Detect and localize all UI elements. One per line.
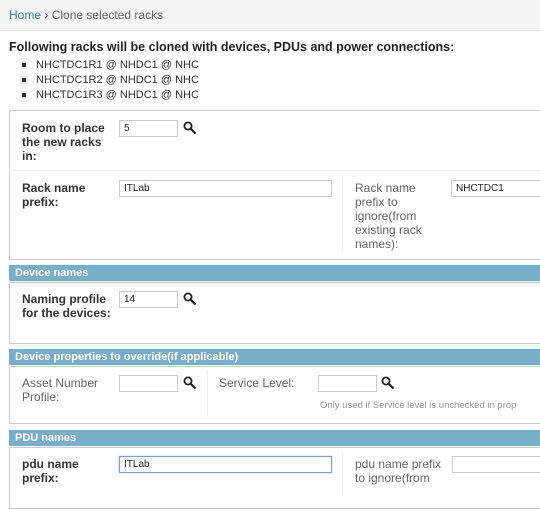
magnifier-icon[interactable] [183,376,196,389]
pdu-prefix-field[interactable] [119,456,332,473]
list-item: NHCTDC1R1 @ NHDC1 @ NHC [22,58,199,73]
asset-number-label: Asset Number Profile: [22,376,99,404]
rack-prefix-label: Rack name prefix: [22,181,86,209]
magnifier-icon[interactable] [183,121,196,134]
bullet-icon [22,93,26,98]
pdu-ignore-label: pdu name prefix to ignore(from [355,457,442,485]
naming-profile-label: Naming profile for the devices: [22,292,111,320]
intro-text: Following racks will be cloned with devi… [9,40,455,54]
rack-prefix-field[interactable] [119,180,332,197]
pdu-prefix-label: pdu name prefix: [22,457,79,485]
room-field[interactable] [119,120,178,137]
bullet-icon [22,78,26,83]
asset-number-field[interactable] [119,375,178,392]
room-label: Room to place the new racks in: [22,121,105,163]
row-divider [9,170,540,171]
service-level-help: Only used if Service level is unchecked … [320,400,517,411]
service-level-label: Service Level: [219,376,295,390]
list-item: NHCTDC1R3 @ NHDC1 @ NHC [22,88,199,103]
rack-ignore-field[interactable] [451,180,540,197]
pdu-names-header: PDU names [9,430,540,446]
breadcrumb-current: Clone selected racks [51,8,164,22]
service-level-field[interactable] [318,375,377,392]
pdu-ignore-field[interactable] [452,456,540,473]
column-divider [342,452,343,496]
column-divider [342,176,343,254]
naming-profile-field[interactable] [119,291,178,308]
breadcrumb-separator: › [44,8,49,22]
device-names-header: Device names [9,265,540,281]
breadcrumb: Home › Clone selected racks [0,0,540,31]
rack-ignore-label: Rack name prefix to ignore(from existing… [355,181,422,251]
column-divider [207,370,208,416]
rack-list: NHCTDC1R1 @ NHDC1 @ NHC NHCTDC1R2 @ NHDC… [22,58,199,103]
magnifier-icon[interactable] [183,292,196,305]
magnifier-icon[interactable] [381,376,394,389]
list-item: NHCTDC1R2 @ NHDC1 @ NHC [22,73,199,88]
breadcrumb-home-link[interactable]: Home [9,8,41,22]
bullet-icon [22,63,26,68]
device-properties-header: Device properties to override(if applica… [9,349,540,365]
